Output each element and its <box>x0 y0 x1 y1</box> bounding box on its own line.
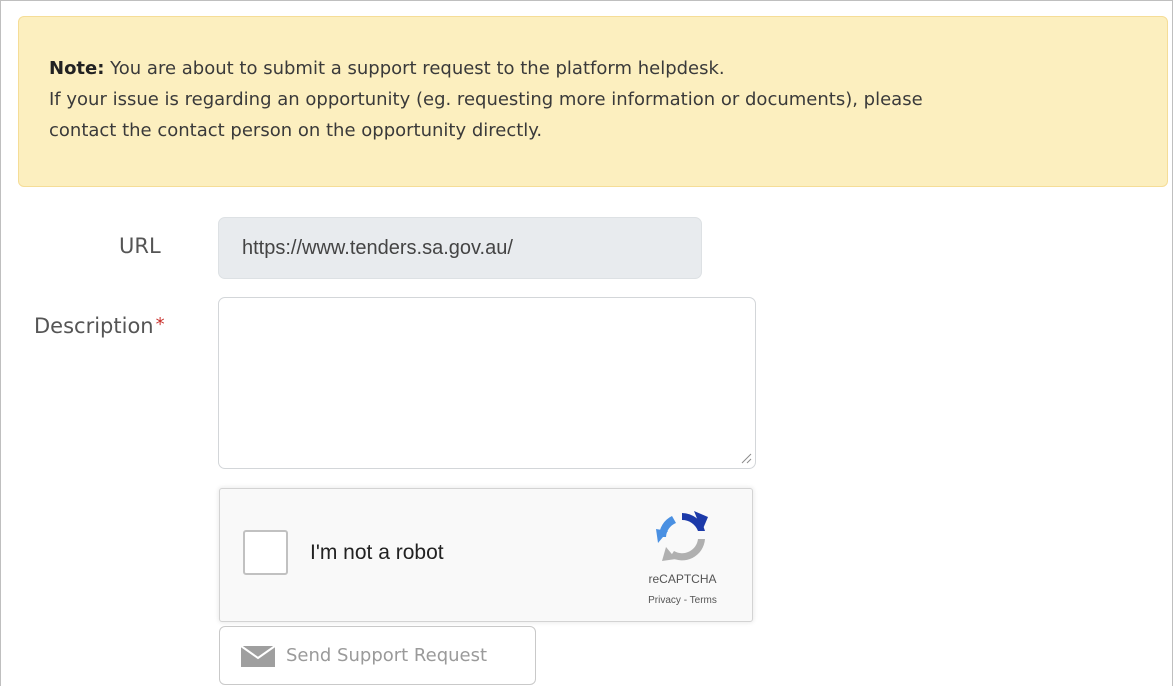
note-line-2: If your issue is regarding an opportunit… <box>49 89 923 110</box>
url-label: URL <box>119 234 161 258</box>
recaptcha-logo-icon <box>656 511 708 561</box>
recaptcha-brand: reCAPTCHA <box>648 572 717 586</box>
send-support-request-button[interactable]: Send Support Request <box>219 626 536 685</box>
url-field: https://www.tenders.sa.gov.au/ <box>218 217 702 279</box>
recaptcha-links-separator: - <box>680 595 690 606</box>
recaptcha-privacy-link[interactable]: Privacy <box>648 595 681 606</box>
note-line-1-text: You are about to submit a support reques… <box>104 58 725 79</box>
resize-grip-icon[interactable] <box>740 452 752 464</box>
envelope-icon <box>240 644 276 667</box>
recaptcha-label: I'm not a robot <box>310 541 444 564</box>
description-label-group: Description * <box>34 314 165 338</box>
note-prefix: Note: <box>49 58 105 79</box>
note-line-1: Note: You are about to submit a support … <box>49 53 1137 84</box>
support-note: Note: You are about to submit a support … <box>18 16 1168 187</box>
recaptcha-checkbox[interactable] <box>243 530 288 575</box>
send-support-request-label: Send Support Request <box>286 645 488 666</box>
recaptcha-widget: I'm not a robot reCAPTCHA Privacy - Term… <box>219 488 753 622</box>
recaptcha-terms-link[interactable]: Terms <box>690 595 717 606</box>
recaptcha-links: Privacy - Terms <box>625 595 740 606</box>
description-label: Description <box>34 314 154 338</box>
note-line-3: contact the contact person on the opport… <box>49 120 543 141</box>
description-textarea[interactable] <box>218 297 756 469</box>
required-marker: * <box>155 314 165 335</box>
